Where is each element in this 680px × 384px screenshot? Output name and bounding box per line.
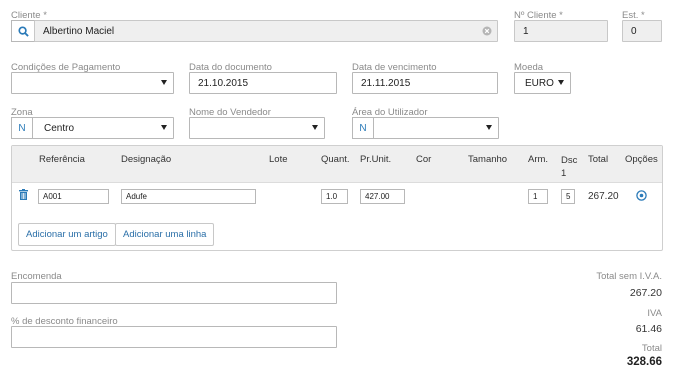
data-venc-field[interactable]: 21.11.2015 [352,72,498,94]
data-doc-value: 21.10.2015 [198,78,249,89]
col-cor: Cor [416,154,432,165]
trash-icon[interactable] [19,189,28,200]
est-value: 0 [631,26,637,37]
total-cell: 267.20 [588,191,619,202]
total-sem-iva-value: 267.20 [629,287,662,299]
vendedor-select[interactable] [189,117,325,139]
total-label: Total [641,343,662,354]
num-cliente-value: 1 [523,26,529,37]
prunit-cell[interactable]: 427.00 [360,189,405,204]
cliente-value: Albertino Maciel [43,26,115,37]
add-line-button[interactable]: Adicionar uma linha [115,223,215,246]
data-doc-field[interactable]: 21.10.2015 [189,72,337,94]
col-prunit: Pr.Unit. [360,154,392,165]
iva-label: IVA [647,308,662,319]
data-venc-value: 21.11.2015 [361,78,411,89]
encomenda-field[interactable] [11,282,337,304]
zona-prefix: N [11,117,33,139]
area-select[interactable] [373,117,499,139]
cliente-field[interactable]: Albertino Maciel [34,20,498,42]
col-lote: Lote [269,154,288,165]
num-cliente-field[interactable]: 1 [514,20,608,42]
col-referencia: Referência [39,154,85,165]
items-grid: Referência Designação Lote Quant. Pr.Uni… [11,145,663,251]
grid-header: Referência Designação Lote Quant. Pr.Uni… [12,146,662,183]
clear-circle-icon[interactable] [482,26,492,36]
col-arm: Arm. [528,154,549,165]
referencia-cell[interactable]: A001 [38,189,109,204]
quant-cell[interactable]: 1.0 [321,189,348,204]
est-field[interactable]: 0 [622,20,662,42]
caret-down-icon [161,125,167,130]
moeda-value: EURO [525,78,554,89]
zona-select[interactable]: Centro [32,117,174,139]
search-icon [17,25,29,37]
add-article-button[interactable]: Adicionar um artigo [18,223,116,246]
caret-down-icon [558,80,564,85]
arm-cell[interactable]: 1 [528,189,548,204]
condicoes-select[interactable] [11,72,174,94]
desconto-field[interactable] [11,326,337,348]
total-sem-iva-label: Total sem I.V.A. [596,271,662,282]
area-prefix: N [352,117,374,139]
moeda-select[interactable]: EURO [514,72,571,94]
total-value: 328.66 [626,356,662,368]
col-designacao: Designação [121,154,172,165]
cliente-search-button[interactable] [11,20,35,42]
dsc-cell[interactable]: 5 [561,189,575,204]
col-opcoes: Opções [625,154,658,165]
col-total: Total [588,154,609,165]
caret-down-icon [312,125,318,130]
caret-down-icon [161,80,167,85]
col-tamanho: Tamanho [468,154,508,165]
designacao-cell[interactable]: Adufe [121,189,256,204]
col-dsc: Dsc 1 [561,155,578,179]
iva-value: 61.46 [635,323,662,335]
zona-value: Centro [44,123,75,134]
caret-down-icon [486,125,492,130]
circle-arrow-icon[interactable] [636,190,647,201]
col-quant: Quant. [321,154,350,165]
encomenda-label: Encomenda [11,271,62,282]
